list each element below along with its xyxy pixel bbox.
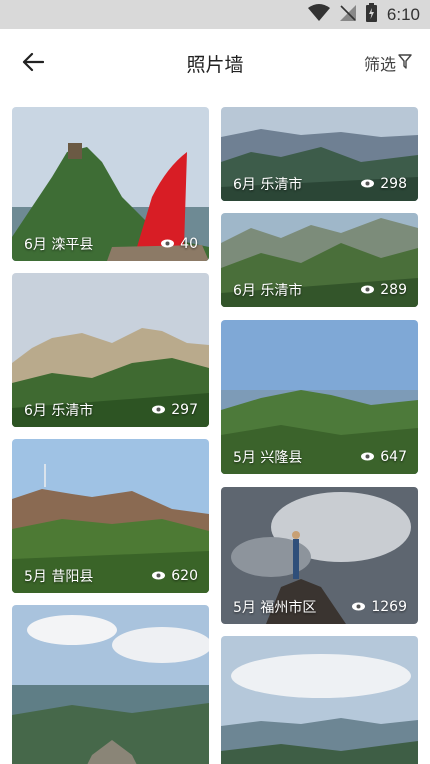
battery-charging-icon — [365, 3, 377, 26]
photo-meta: 5月 昔阳县 620 — [12, 559, 209, 593]
photo-views: 40 — [180, 236, 198, 252]
app-bar: 照片墙 筛选 — [0, 29, 430, 97]
photo-card[interactable]: 6月 乐清市 297 — [12, 273, 209, 427]
photo-location: 6月 乐清市 — [233, 177, 303, 193]
eye-icon — [152, 402, 166, 418]
photo-views: 1269 — [371, 599, 407, 615]
photo-views: 298 — [380, 176, 407, 192]
eye-icon — [361, 282, 375, 298]
photo-location: 6月 乐清市 — [24, 403, 94, 419]
photo-card[interactable]: 5月 福州市区 1269 — [221, 487, 418, 624]
photo-image — [221, 636, 418, 764]
filter-button[interactable]: 筛选 — [364, 51, 412, 75]
photo-views: 620 — [171, 568, 198, 584]
photo-card[interactable]: 6月 乐清市 298 — [221, 107, 418, 201]
photo-views: 297 — [171, 402, 198, 418]
photo-meta: 6月 乐清市 297 — [12, 393, 209, 427]
photo-card[interactable]: 5月 兴隆县 647 — [221, 320, 418, 474]
wifi-icon — [307, 3, 330, 26]
photo-meta: 5月 兴隆县 647 — [221, 440, 418, 474]
photo-card[interactable] — [12, 605, 209, 764]
photo-location: 5月 福州市区 — [233, 600, 317, 616]
eye-icon — [152, 568, 166, 584]
no-signal-icon — [339, 4, 356, 25]
photo-card[interactable]: 5月 昔阳县 620 — [12, 439, 209, 593]
filter-icon — [398, 53, 412, 73]
eye-icon — [352, 599, 366, 615]
photo-card[interactable]: 6月 乐清市 289 — [221, 213, 418, 307]
photo-image — [12, 605, 209, 764]
eye-icon — [361, 449, 375, 465]
filter-label: 筛选 — [363, 55, 396, 74]
photo-grid: 6月 滦平县 40 6月 乐清市 297 5月 昔阳县 620 6月 乐清市 2… — [12, 107, 418, 764]
photo-location: 5月 兴隆县 — [233, 450, 303, 466]
photo-views: 289 — [380, 282, 407, 298]
photo-location: 5月 昔阳县 — [24, 569, 94, 585]
eye-icon — [161, 236, 175, 252]
photo-location: 6月 乐清市 — [233, 283, 303, 299]
photo-meta: 6月 滦平县 40 — [12, 227, 209, 261]
photo-meta: 5月 福州市区 1269 — [221, 590, 418, 624]
eye-icon — [361, 176, 375, 192]
photo-location: 6月 滦平县 — [24, 237, 94, 253]
photo-views: 647 — [380, 449, 407, 465]
photo-meta: 6月 乐清市 289 — [221, 273, 418, 307]
photo-card[interactable]: 6月 滦平县 40 — [12, 107, 209, 261]
status-bar: 6:10 — [0, 0, 430, 29]
status-time: 6:10 — [386, 4, 420, 24]
photo-meta: 6月 乐清市 298 — [221, 167, 418, 201]
photo-card[interactable] — [221, 636, 418, 764]
